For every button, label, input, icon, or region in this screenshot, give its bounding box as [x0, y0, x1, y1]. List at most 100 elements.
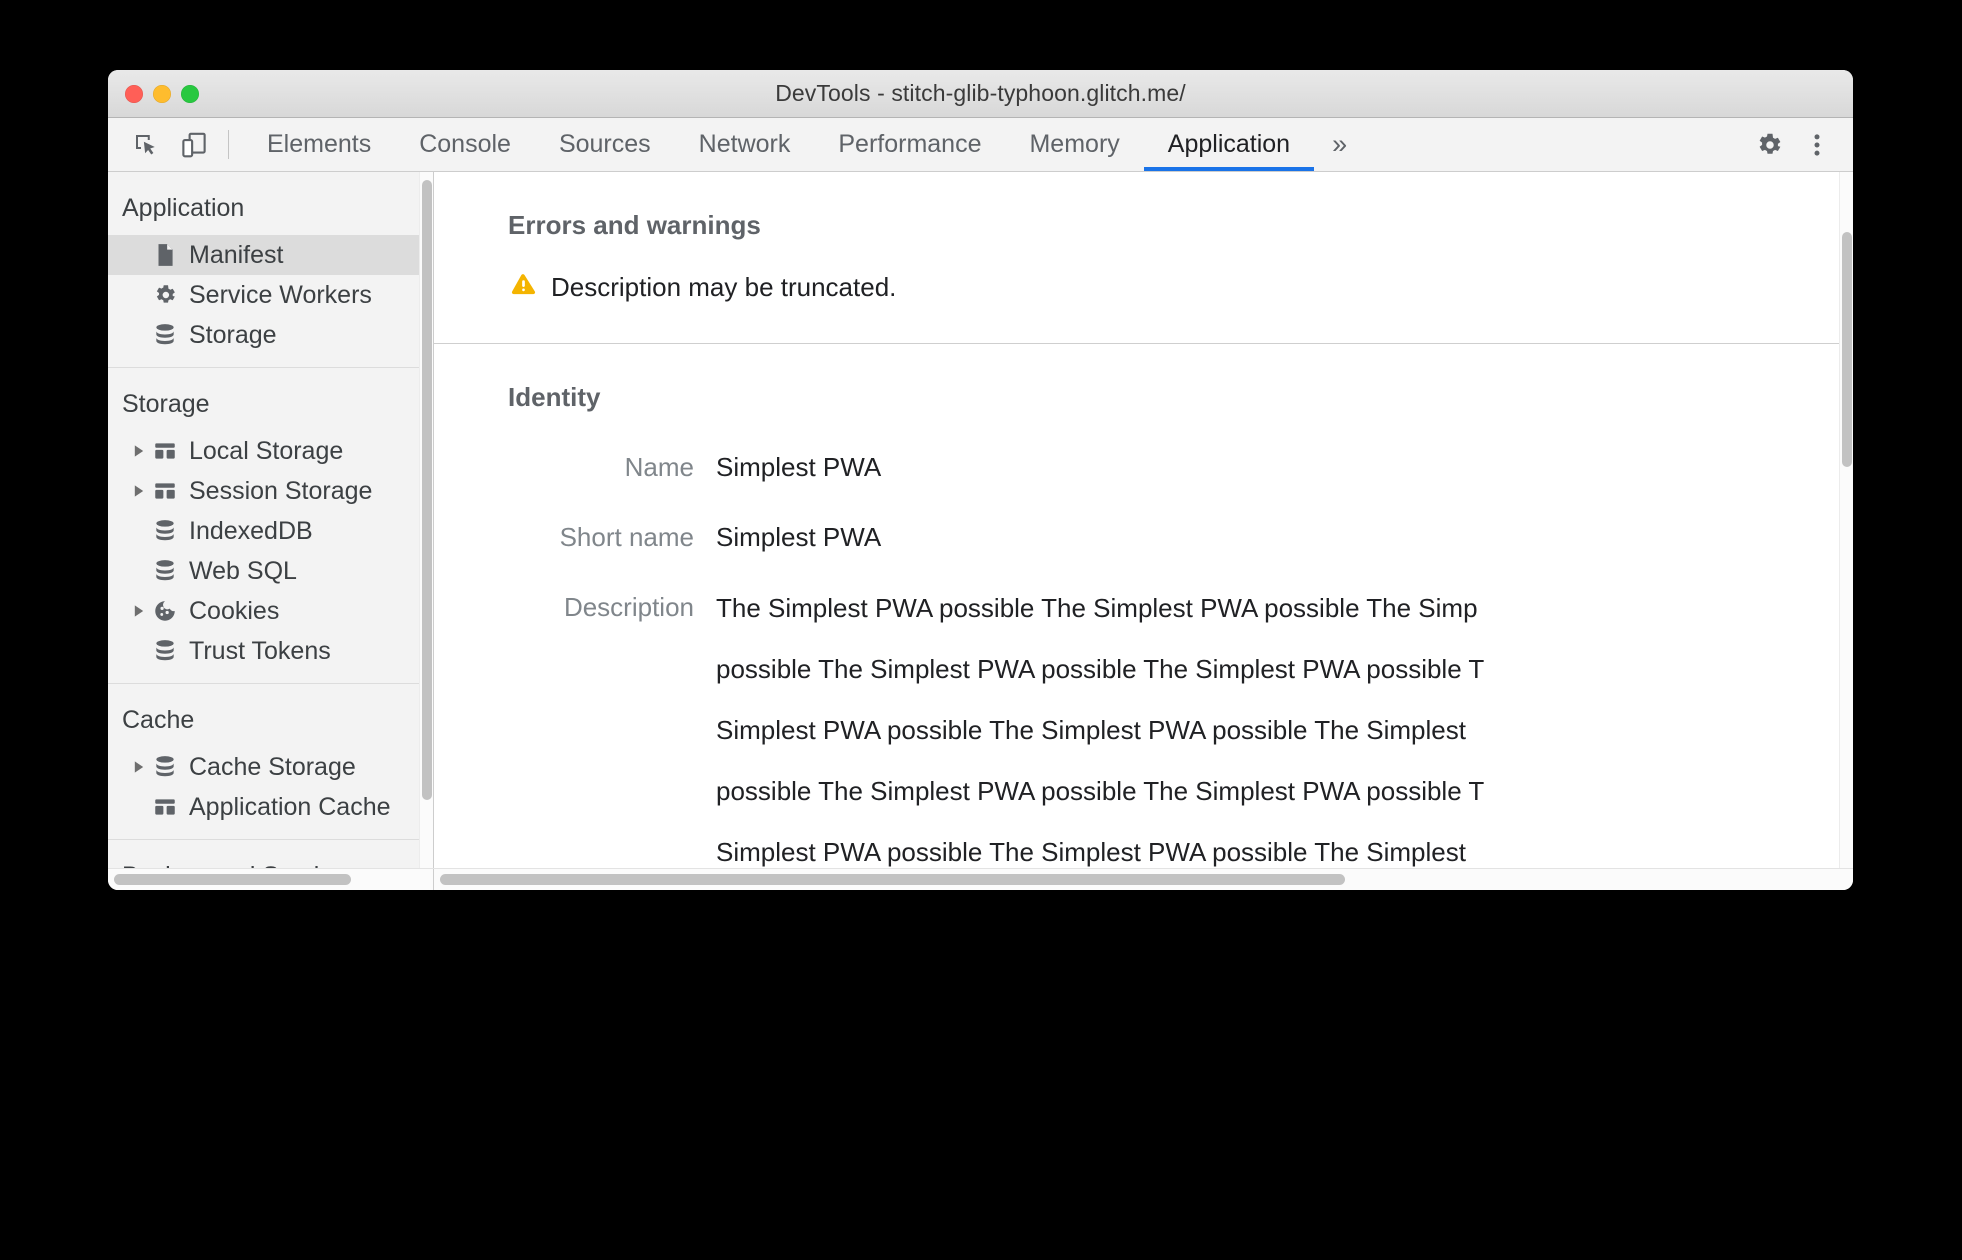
window-titlebar: DevTools - stitch-glib-typhoon.glitch.me… [108, 70, 1853, 118]
warning-triangle-icon [510, 271, 537, 303]
sidebar-item-label: Web SQL [189, 556, 297, 585]
sidebar-item-cache-storage[interactable]: Cache Storage [108, 747, 421, 787]
window-title: DevTools - stitch-glib-typhoon.glitch.me… [775, 80, 1186, 106]
sidebar-item-trust-tokens[interactable]: Trust Tokens [108, 631, 421, 671]
manifest-content: Errors and warnings Description may be t… [434, 172, 1839, 868]
tab-performance[interactable]: Performance [814, 118, 1005, 171]
tab-console[interactable]: Console [395, 118, 535, 171]
tab-memory[interactable]: Memory [1005, 118, 1143, 171]
field-value: Simplest PWA [716, 452, 882, 482]
sidebar-item-application-cache[interactable]: Application Cache [108, 787, 421, 827]
sidebar-group-header: Background Services [108, 840, 421, 868]
description-value: The Simplest PWA possible The Simplest P… [716, 593, 1484, 868]
minimize-window-button[interactable] [153, 84, 171, 103]
cookie-icon [150, 598, 180, 624]
description-line: possible The Simplest PWA possible The S… [716, 653, 1485, 684]
sidebar-scroll-thumb[interactable] [422, 180, 432, 800]
tab-application[interactable]: Application [1143, 118, 1315, 171]
table-icon [150, 438, 180, 464]
sidebar-group-header: Cache [122, 706, 195, 734]
devtools-window: DevTools - stitch-glib-typhoon.glitch.me… [108, 70, 1853, 890]
sidebar-scroll-area: Application Manifest Service Workers Sto… [108, 172, 421, 868]
zoom-window-button[interactable] [181, 84, 199, 103]
description-line: Simplest PWA possible The Simplest PWA p… [716, 714, 1466, 745]
field-label: Name [624, 452, 694, 482]
device-toolbar-icon[interactable] [170, 118, 218, 171]
expand-triangle-icon[interactable] [130, 444, 148, 458]
section-title: Identity [508, 382, 601, 412]
description-line: possible The Simplest PWA possible The S… [716, 775, 1485, 806]
sidebar-item-session-storage[interactable]: Session Storage [108, 471, 421, 511]
sidebar-hscroll-thumb[interactable] [114, 874, 351, 885]
tab-sources[interactable]: Sources [535, 118, 675, 171]
sidebar-item-label: Trust Tokens [189, 636, 331, 665]
field-label: Description [563, 591, 694, 622]
sidebar-item-label: Session Storage [189, 476, 373, 505]
warning-row: Description may be truncated. [508, 241, 1839, 343]
tab-elements[interactable]: Elements [243, 118, 395, 171]
database-icon [150, 638, 180, 664]
sidebar-horizontal-scrollbar[interactable] [108, 869, 434, 890]
field-value: Simplest PWA [716, 521, 882, 552]
gear-icon[interactable] [1745, 130, 1793, 160]
traffic-lights [125, 84, 199, 103]
field-description: Description The Simplest PWA possible Th… [508, 553, 1839, 868]
field-short-name: Short name Simplest PWA [508, 483, 1839, 553]
sidebar-item-web-sql[interactable]: Web SQL [108, 551, 421, 591]
sidebar-item-label: Cache Storage [189, 752, 356, 781]
close-window-button[interactable] [125, 84, 143, 103]
expand-triangle-icon[interactable] [130, 760, 148, 774]
application-sidebar: Application Manifest Service Workers Sto… [108, 172, 434, 868]
sidebar-group-header: Storage [122, 390, 210, 418]
sidebar-vertical-scrollbar[interactable] [419, 172, 433, 868]
tab-network[interactable]: Network [675, 118, 815, 171]
sidebar-item-label: Manifest [189, 240, 284, 269]
sidebar-item-storage[interactable]: Storage [108, 315, 421, 355]
tab-list: Elements Console Sources Network Perform… [243, 118, 1365, 171]
database-icon [150, 754, 180, 780]
devtools-body: Application Manifest Service Workers Sto… [108, 172, 1853, 868]
sidebar-item-label: Local Storage [189, 436, 344, 465]
main-hscroll-thumb[interactable] [440, 874, 1345, 885]
table-icon [150, 478, 180, 504]
warning-message: Description may be truncated. [551, 271, 897, 302]
field-name: Name Simplest PWA [508, 413, 1839, 483]
description-line: Simplest PWA possible The Simplest PWA p… [716, 836, 1466, 867]
description-line: The Simplest PWA possible The Simplest P… [716, 592, 1478, 623]
main-scroll-thumb[interactable] [1842, 232, 1852, 467]
kebab-menu-icon[interactable] [1793, 130, 1841, 160]
devtools-tabbar: Elements Console Sources Network Perform… [108, 118, 1853, 172]
inspect-element-icon[interactable] [122, 118, 170, 171]
identity-section: Identity Name Simplest PWA Short name Si… [434, 344, 1839, 868]
expand-triangle-icon[interactable] [130, 604, 148, 618]
sidebar-group-header: Application [122, 194, 245, 222]
section-title: Errors and warnings [508, 210, 761, 240]
sidebar-item-indexeddb[interactable]: IndexedDB [108, 511, 421, 551]
sidebar-item-label: Application Cache [189, 792, 391, 821]
table-icon [150, 794, 180, 820]
sidebar-item-label: Cookies [189, 596, 280, 625]
database-icon [150, 518, 180, 544]
main-horizontal-scrollbar[interactable] [434, 869, 1853, 890]
sidebar-item-local-storage[interactable]: Local Storage [108, 431, 421, 471]
sidebar-item-label: IndexedDB [189, 516, 313, 545]
sidebar-group-background-services: Background Services [108, 840, 421, 868]
sidebar-item-service-workers[interactable]: Service Workers [108, 275, 421, 315]
errors-and-warnings-section: Errors and warnings Description may be t… [434, 172, 1839, 344]
sidebar-group-application: Application Manifest Service Workers Sto… [108, 172, 421, 368]
more-tabs-icon[interactable]: » [1314, 118, 1365, 171]
sidebar-group-cache: Cache Cache Storage Application Cache [108, 684, 421, 840]
manifest-panel: Errors and warnings Description may be t… [434, 172, 1853, 868]
sidebar-item-cookies[interactable]: Cookies [108, 591, 421, 631]
sidebar-item-label: Service Workers [189, 280, 372, 309]
sidebar-item-manifest[interactable]: Manifest [108, 235, 421, 275]
document-icon [150, 242, 180, 268]
toolbar-right-actions [1720, 118, 1853, 171]
database-icon [150, 558, 180, 584]
main-vertical-scrollbar[interactable] [1839, 172, 1853, 868]
horizontal-scrollbars [108, 868, 1853, 890]
database-icon [150, 322, 180, 348]
sidebar-group-storage: Storage Local Storage Session Storage In… [108, 368, 421, 684]
field-label: Short name [559, 521, 694, 552]
expand-triangle-icon[interactable] [130, 484, 148, 498]
